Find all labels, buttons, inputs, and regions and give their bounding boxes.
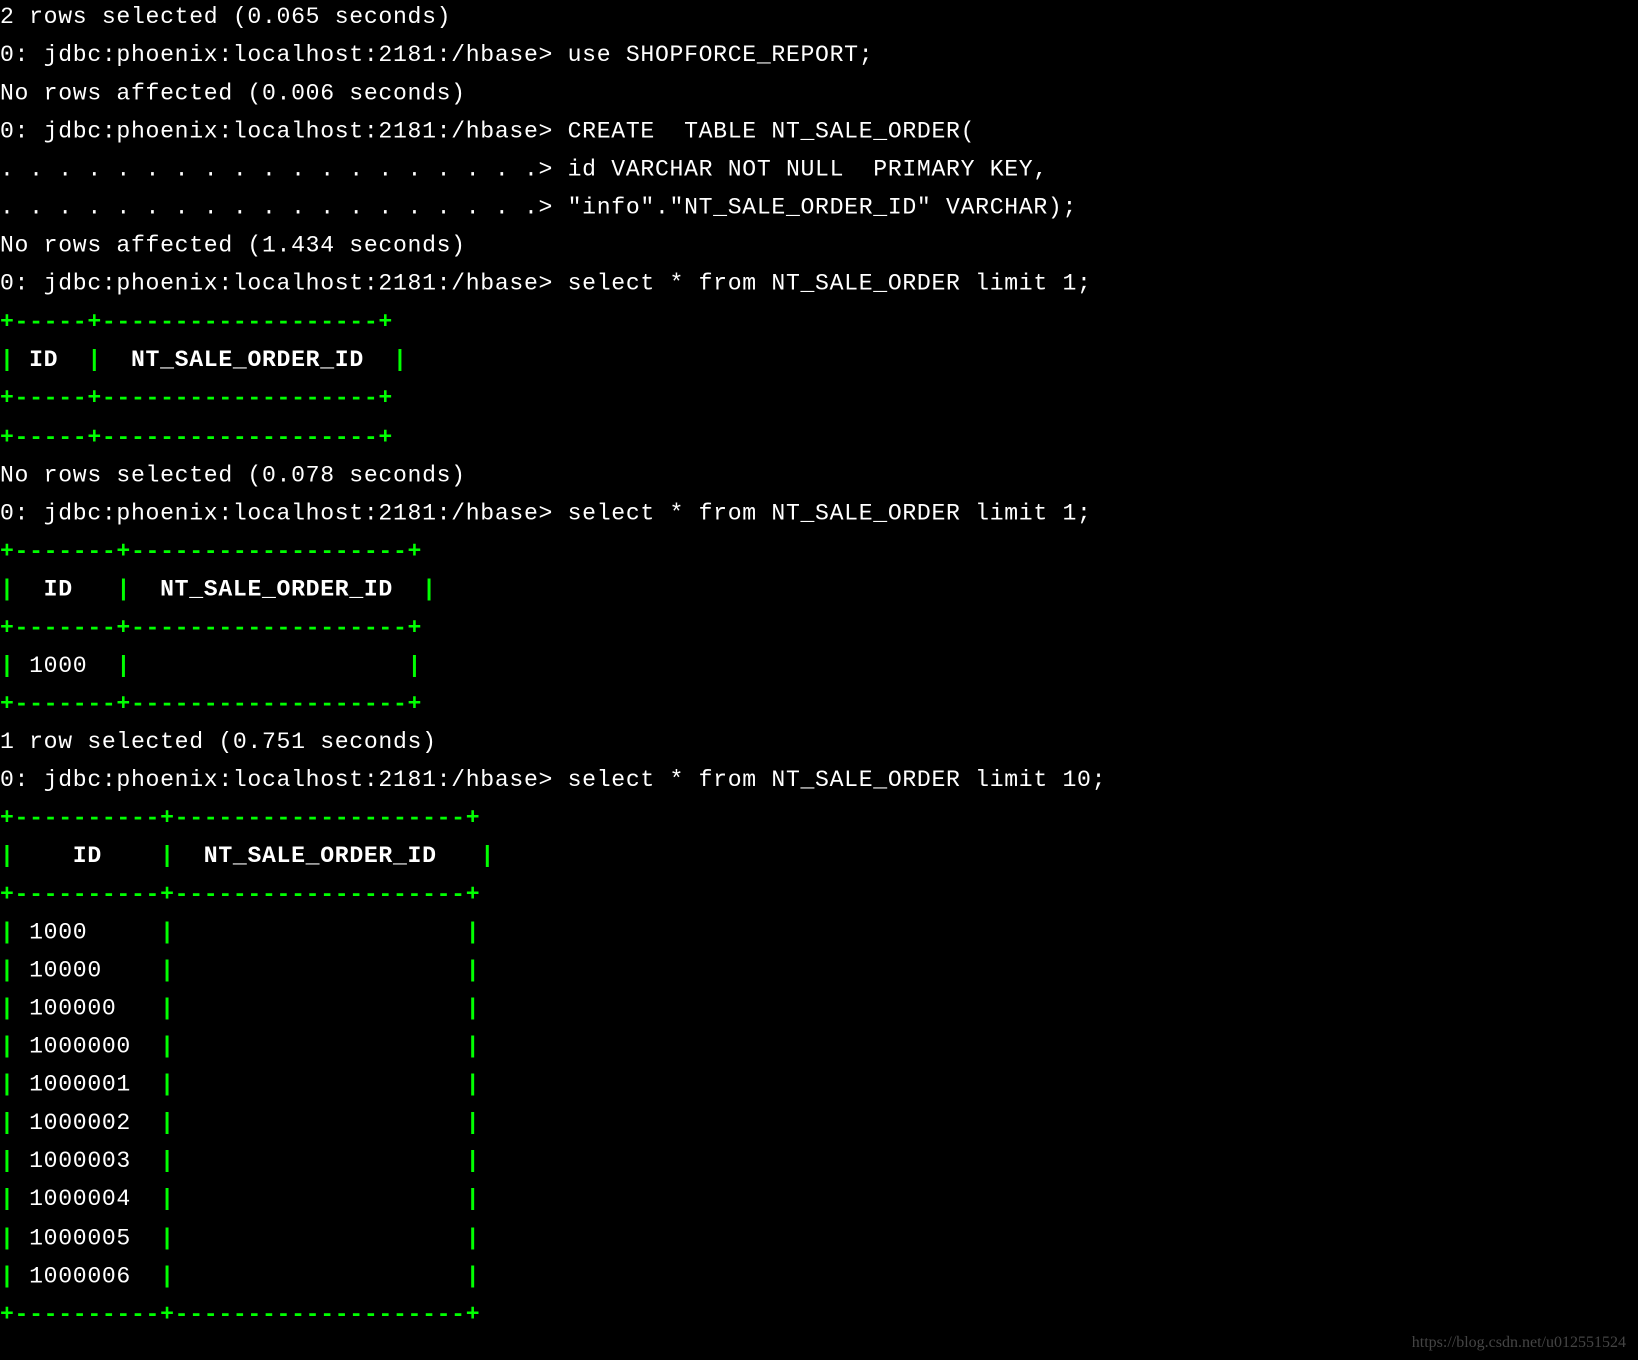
watermark-text: https://blog.csdn.net/u012551524 [1412,1334,1626,1352]
terminal-line: No rows selected (0.078 seconds) [0,458,1637,496]
terminal-line: | 1000000 | | [0,1030,1637,1068]
terminal-line: | 1000003 | | [0,1144,1637,1182]
terminal-line: | 100000 | | [0,992,1637,1030]
cell-id: 1000004 [15,1188,161,1214]
cell-nt-sale-order-id [175,1073,466,1099]
cell-id: 1000002 [15,1112,161,1138]
prompt: . . . . . . . . . . . . . . . . . . .> [0,158,568,184]
cell-nt-sale-order-id [175,1035,466,1061]
terminal-line: +-------+-------------------+ [0,687,1637,725]
command-text: use SHOPFORCE_REPORT; [568,44,874,70]
terminal-line: 0: jdbc:phoenix:localhost:2181:/hbase> s… [0,267,1637,305]
terminal-line: +-------+-------------------+ [0,610,1637,648]
terminal-line: 2 rows selected (0.065 seconds) [0,0,1637,38]
prompt: 0: jdbc:phoenix:localhost:2181:/hbase> [0,272,568,298]
column-header-nt-sale-order-id: NT_SALE_ORDER_ID [116,349,393,375]
terminal-line: 0: jdbc:phoenix:localhost:2181:/hbase> s… [0,763,1637,801]
terminal-line: 1 row selected (0.751 seconds) [0,725,1637,763]
terminal-line: | 1000002 | | [0,1106,1637,1144]
terminal-line: +----------+--------------------+ [0,801,1637,839]
cell-nt-sale-order-id [175,959,466,985]
terminal-line: | 1000 | | [0,648,1637,686]
terminal-line: | ID | NT_SALE_ORDER_ID | [0,839,1637,877]
prompt: 0: jdbc:phoenix:localhost:2181:/hbase> [0,768,568,794]
terminal-line: . . . . . . . . . . . . . . . . . . .> i… [0,153,1637,191]
terminal-line: | 1000001 | | [0,1068,1637,1106]
cell-id: 1000005 [15,1226,161,1252]
terminal-line: 0: jdbc:phoenix:localhost:2181:/hbase> C… [0,114,1637,152]
cell-id: 1000006 [15,1264,161,1290]
terminal-line: No rows affected (1.434 seconds) [0,229,1637,267]
cell-nt-sale-order-id [175,1226,466,1252]
terminal-line: +-----+-------------------+ [0,305,1637,343]
command-text: select * from NT_SALE_ORDER limit 1; [568,501,1092,527]
terminal-line: 0: jdbc:phoenix:localhost:2181:/hbase> s… [0,496,1637,534]
terminal-line: No rows affected (0.006 seconds) [0,76,1637,114]
cell-nt-sale-order-id [175,997,466,1023]
cell-nt-sale-order-id [175,1112,466,1138]
prompt: 0: jdbc:phoenix:localhost:2181:/hbase> [0,44,568,70]
column-header-id: ID [15,845,161,871]
cell-id: 10000 [15,959,161,985]
terminal-line: +-----+-------------------+ [0,420,1637,458]
cell-nt-sale-order-id [175,1150,466,1176]
cell-nt-sale-order-id [175,1264,466,1290]
cell-nt-sale-order-id [131,654,408,680]
command-text: id VARCHAR NOT NULL PRIMARY KEY, [568,158,1048,184]
terminal-line: | ID | NT_SALE_ORDER_ID | [0,343,1637,381]
terminal-line: | 1000 | | [0,915,1637,953]
terminal-line: +-----+-------------------+ [0,381,1637,419]
prompt: 0: jdbc:phoenix:localhost:2181:/hbase> [0,501,568,527]
prompt: 0: jdbc:phoenix:localhost:2181:/hbase> [0,120,568,146]
column-header-nt-sale-order-id: NT_SALE_ORDER_ID [189,845,480,871]
terminal-line: | 1000004 | | [0,1182,1637,1220]
cell-nt-sale-order-id [175,921,466,947]
terminal-line: . . . . . . . . . . . . . . . . . . .> "… [0,191,1637,229]
cell-id: 1000 [15,654,117,680]
terminal-line: | 1000005 | | [0,1221,1637,1259]
terminal-line: | ID | NT_SALE_ORDER_ID | [0,572,1637,610]
terminal-line: +----------+--------------------+ [0,877,1637,915]
cell-id: 1000000 [15,1035,161,1061]
cell-id: 100000 [15,997,161,1023]
cell-id: 1000001 [15,1073,161,1099]
cell-id: 1000 [15,921,161,947]
command-text: select * from NT_SALE_ORDER limit 10; [568,768,1107,794]
prompt: . . . . . . . . . . . . . . . . . . .> [0,196,568,222]
column-header-nt-sale-order-id: NT_SALE_ORDER_ID [146,578,423,604]
command-text: CREATE TABLE NT_SALE_ORDER( [568,120,976,146]
cell-nt-sale-order-id [175,1188,466,1214]
terminal-line: | 10000 | | [0,954,1637,992]
terminal-line: +----------+--------------------+ [0,1297,1637,1335]
terminal-line: +-------+-------------------+ [0,534,1637,572]
terminal-output[interactable]: 2 rows selected (0.065 seconds)0: jdbc:p… [0,0,1637,1335]
terminal-line: 0: jdbc:phoenix:localhost:2181:/hbase> u… [0,38,1637,76]
terminal-line: | 1000006 | | [0,1259,1637,1297]
cell-id: 1000003 [15,1150,161,1176]
column-header-id: ID [15,578,117,604]
column-header-id: ID [15,349,88,375]
command-text: "info"."NT_SALE_ORDER_ID" VARCHAR); [568,196,1077,222]
command-text: select * from NT_SALE_ORDER limit 1; [568,272,1092,298]
